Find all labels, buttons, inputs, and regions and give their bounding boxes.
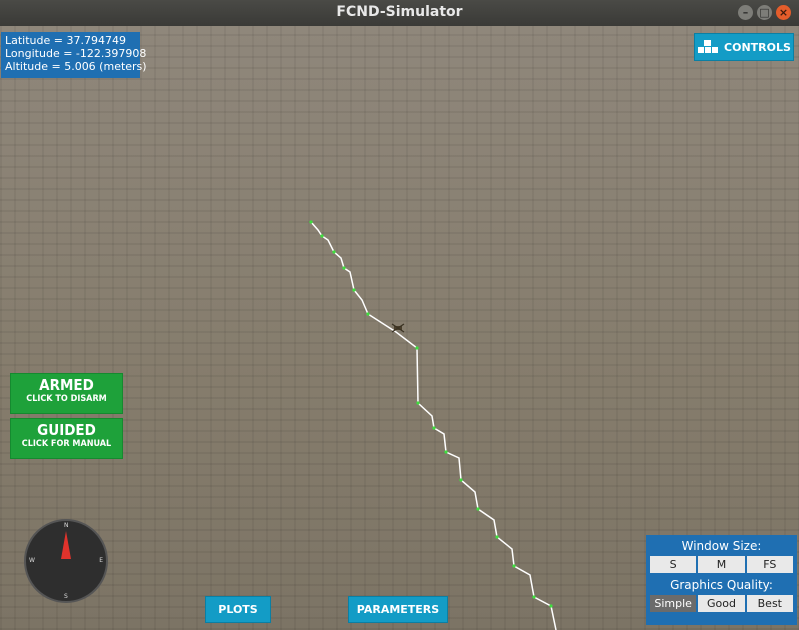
window-title: FCND-Simulator bbox=[336, 4, 463, 20]
quality-good[interactable]: Good bbox=[698, 595, 745, 612]
guided-subtitle: CLICK FOR MANUAL bbox=[21, 439, 112, 449]
close-button[interactable]: × bbox=[776, 5, 791, 20]
compass: N S E W bbox=[24, 519, 108, 603]
waypoint-markers bbox=[309, 220, 553, 608]
controls-label: CONTROLS bbox=[724, 40, 791, 54]
armed-subtitle: CLICK TO DISARM bbox=[26, 394, 107, 404]
graphics-quality-selector: Simple Good Best bbox=[650, 595, 793, 612]
window-size-fs[interactable]: FS bbox=[746, 556, 793, 573]
telemetry-panel: Latitude = 37.794749 Longitude = -122.39… bbox=[1, 32, 147, 78]
plots-button[interactable]: PLOTS bbox=[205, 596, 271, 623]
controls-button[interactable]: CONTROLS bbox=[694, 33, 794, 61]
window-size-selector: S M FS bbox=[650, 556, 793, 573]
maximize-button[interactable]: □ bbox=[757, 5, 772, 20]
minimize-button[interactable]: – bbox=[738, 5, 753, 20]
guided-title: GUIDED bbox=[37, 421, 96, 439]
settings-panel: Window Size: S M FS Graphics Quality: Si… bbox=[646, 535, 797, 625]
altitude-readout: Altitude = 5.006 (meters) bbox=[5, 60, 147, 73]
title-bar: FCND-Simulator – □ × bbox=[0, 0, 799, 26]
guided-button[interactable]: GUIDED CLICK FOR MANUAL bbox=[10, 418, 123, 459]
longitude-readout: Longitude = -122.397908 bbox=[5, 47, 147, 60]
quality-simple[interactable]: Simple bbox=[650, 595, 697, 612]
path-line bbox=[310, 221, 557, 630]
graphics-quality-label: Graphics Quality: bbox=[670, 578, 773, 592]
armed-button[interactable]: ARMED CLICK TO DISARM bbox=[10, 373, 123, 414]
latitude-readout: Latitude = 37.794749 bbox=[5, 34, 126, 47]
armed-title: ARMED bbox=[39, 376, 94, 394]
window-size-label: Window Size: bbox=[681, 539, 762, 553]
parameters-button[interactable]: PARAMETERS bbox=[348, 596, 448, 623]
compass-needle-icon bbox=[61, 531, 71, 559]
controls-icon bbox=[698, 40, 719, 53]
drone-icon bbox=[391, 323, 405, 333]
window-size-s[interactable]: S bbox=[650, 556, 697, 573]
window-size-m[interactable]: M bbox=[698, 556, 745, 573]
quality-best[interactable]: Best bbox=[746, 595, 793, 612]
window-controls: – □ × bbox=[738, 5, 791, 20]
